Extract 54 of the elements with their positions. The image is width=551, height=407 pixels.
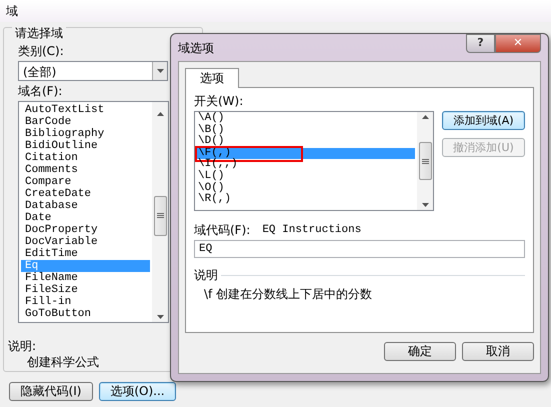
list-item[interactable]: EditTime — [21, 248, 150, 260]
list-item[interactable]: \D() — [197, 136, 415, 148]
dialog-button[interactable]: 确定 — [384, 342, 456, 361]
switches-label: 开关(W): — [194, 94, 244, 108]
category-dropdown[interactable]: (全部) — [18, 61, 168, 81]
list-item[interactable]: Comments — [21, 164, 150, 176]
category-label: 类别(C): — [18, 44, 64, 58]
description-label: 说明 — [194, 268, 218, 282]
dialog-button[interactable]: 添加到域(A) — [442, 111, 525, 130]
list-item[interactable]: FileName — [21, 272, 150, 284]
list-item[interactable]: \O() — [197, 182, 415, 194]
list-item[interactable]: Citation — [21, 152, 150, 164]
list-item[interactable]: DocVariable — [21, 236, 150, 248]
list-item[interactable]: \I(,,) — [197, 159, 415, 171]
description-label: 说明: — [8, 339, 36, 353]
dialog-button[interactable]: 选项(O)... — [99, 382, 176, 401]
window-title: 域 — [0, 0, 551, 22]
list-item[interactable]: GoToButton — [21, 308, 150, 320]
dialog-title: 域选项 — [178, 40, 214, 54]
field-names-label: 域名(F): — [18, 84, 62, 98]
scrollbar[interactable] — [417, 112, 433, 210]
list-item[interactable]: Bibliography — [21, 128, 150, 140]
list-item[interactable]: AutoTextList — [21, 104, 150, 116]
field-code-label: 域代码(F): — [194, 223, 250, 237]
scroll-down-arrow-icon[interactable] — [156, 315, 164, 319]
list-item[interactable]: Date — [21, 212, 150, 224]
help-button[interactable]: ? — [466, 34, 495, 53]
scrollbar-thumb[interactable] — [154, 196, 166, 236]
scrollbar-thumb[interactable] — [418, 142, 432, 180]
description-text: 创建科学公式 — [27, 355, 99, 369]
dialog-button[interactable]: 取消 — [462, 342, 534, 361]
list-item[interactable]: BarCode — [21, 116, 150, 128]
scrollbar[interactable] — [152, 102, 168, 322]
description-text: \f 创建在分数线上下居中的分数 — [204, 287, 374, 301]
list-item[interactable]: \L() — [197, 170, 415, 183]
list-item[interactable]: \R(,) — [197, 194, 415, 206]
dropdown-arrow-icon[interactable] — [156, 69, 164, 73]
list-item[interactable]: Compare — [21, 176, 150, 188]
dialog-button[interactable]: 隐藏代码(I) — [9, 382, 93, 401]
scroll-up-arrow-icon[interactable] — [156, 112, 164, 116]
tab[interactable]: 选项 — [185, 68, 239, 88]
list-item[interactable]: \A() — [197, 113, 415, 125]
field-code-hint: EQ Instructions — [262, 223, 362, 237]
list-item[interactable]: DocProperty — [21, 224, 150, 236]
list-item[interactable]: Fill-in — [21, 296, 150, 308]
group-title: 请选择域 — [12, 26, 66, 40]
field-code-input[interactable]: EQ — [194, 240, 525, 258]
list-item[interactable]: Database — [21, 200, 150, 212]
scroll-down-arrow-icon[interactable] — [422, 203, 428, 207]
scroll-up-arrow-icon[interactable] — [422, 115, 428, 119]
list-item[interactable]: FileSize — [21, 284, 150, 296]
list-item[interactable]: \B() — [197, 124, 415, 136]
list-item[interactable]: BidiOutline — [21, 140, 150, 152]
list-item[interactable]: CreateDate — [21, 188, 150, 200]
